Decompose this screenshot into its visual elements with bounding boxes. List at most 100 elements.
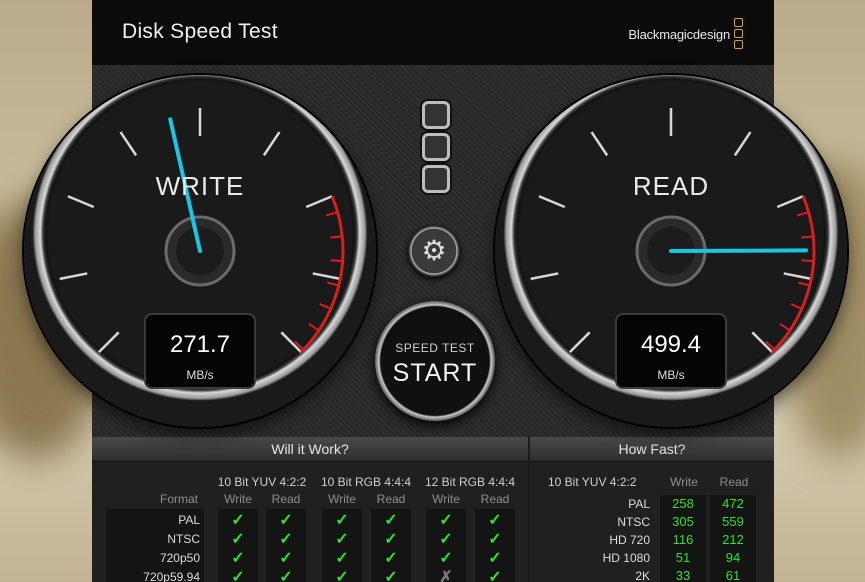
- gauge-tick: [590, 131, 609, 157]
- how-fast-write-value: 305: [672, 514, 694, 529]
- gauge-tick: [119, 131, 138, 157]
- brand-logo: Blackmagicdesign: [628, 27, 730, 42]
- how-fast-row-label: 2K: [635, 569, 650, 582]
- redline-tick: [330, 259, 343, 263]
- cross-icon: ✗: [439, 569, 453, 582]
- gauge-tick: [262, 131, 281, 157]
- how-fast-write-value: 33: [675, 568, 691, 582]
- write-speed-unit: MB/s: [186, 368, 214, 382]
- start-button-label: START: [392, 359, 478, 387]
- gear-icon: ⚙: [421, 235, 447, 266]
- checkmark-icon: ✓: [488, 569, 502, 582]
- redline-tick: [790, 303, 803, 310]
- read-gauge: READ 499.4 MB/s: [495, 75, 847, 427]
- read-speed-unit: MB/s: [657, 368, 685, 382]
- how-fast-row-label: HD 720: [609, 533, 650, 547]
- checkmark-icon: ✓: [279, 512, 293, 529]
- indicator-square-3: [422, 165, 450, 193]
- redline-tick: [801, 235, 814, 239]
- how-fast-write-value: 116: [672, 532, 694, 547]
- format-row-label: 720p50: [159, 551, 200, 565]
- how-fast-table: How Fast? 10 Bit YUV 4:2:2 Write Read PA…: [530, 437, 774, 582]
- will-it-work-table: Will it Work? Format 10 Bit YUV 4:2:2 Wr…: [92, 437, 528, 582]
- checkmark-icon: ✓: [279, 531, 293, 548]
- how-fast-row-label: HD 1080: [602, 551, 650, 565]
- how-fast-write-value: 51: [675, 550, 691, 565]
- how-fast-read-value: 61: [725, 568, 741, 582]
- checkmark-icon: ✓: [231, 550, 245, 567]
- gauge-tick: [59, 272, 88, 281]
- checkmark-icon: ✓: [231, 512, 245, 529]
- format-row-label: NTSC: [167, 532, 200, 546]
- read-header: Read: [376, 492, 406, 506]
- how-fast-title: How Fast?: [530, 437, 774, 462]
- gauge-tick: [733, 131, 752, 157]
- results-area: Will it Work? Format 10 Bit YUV 4:2:2 Wr…: [92, 437, 774, 582]
- redline-tick: [330, 235, 343, 239]
- write-header: Write: [328, 492, 356, 506]
- format-label: Format: [159, 492, 198, 506]
- title-bar: Disk Speed Test Blackmagicdesign: [92, 0, 774, 65]
- indicator-square-1: [422, 101, 450, 129]
- gauge-tick: [783, 272, 812, 281]
- redline-tick: [796, 211, 809, 217]
- checkmark-icon: ✓: [335, 550, 349, 567]
- gauge-tick: [97, 331, 120, 354]
- redline-tick: [326, 281, 340, 287]
- redline-tick: [797, 281, 811, 287]
- checkmark-icon: ✓: [384, 531, 398, 548]
- start-button[interactable]: SPEED TEST START: [375, 301, 495, 421]
- how-fast-row-label: NTSC: [617, 515, 650, 529]
- read-speed-value: 499.4: [640, 331, 702, 358]
- checkmark-icon: ✓: [384, 550, 398, 567]
- redline-tick: [319, 303, 332, 310]
- write-header: Write: [432, 492, 460, 506]
- format-row-label: 720p59.94: [143, 570, 200, 582]
- checkmark-icon: ✓: [335, 569, 349, 582]
- checkmark-icon: ✓: [231, 569, 245, 582]
- checkmark-icon: ✓: [231, 531, 245, 548]
- format-row-label: PAL: [178, 513, 200, 527]
- indicator-square-2: [422, 133, 450, 161]
- checkmark-icon: ✓: [488, 531, 502, 548]
- checkmark-icon: ✓: [384, 512, 398, 529]
- checkmark-icon: ✓: [335, 531, 349, 548]
- group-header: 10 Bit RGB 4:4:4: [320, 475, 412, 489]
- checkmark-icon: ✓: [335, 512, 349, 529]
- checkmark-icon: ✓: [384, 569, 398, 582]
- settings-button[interactable]: ⚙: [408, 225, 460, 277]
- gauge-tick: [568, 331, 591, 354]
- checkmark-icon: ✓: [439, 531, 453, 548]
- read-header: Read: [271, 492, 301, 506]
- how-fast-read-value: 472: [722, 496, 744, 511]
- redline-tick: [325, 211, 338, 217]
- checkmark-icon: ✓: [279, 569, 293, 582]
- checkmark-icon: ✓: [488, 512, 502, 529]
- brand-dots-icon: [734, 18, 744, 51]
- checkmark-icon: ✓: [279, 550, 293, 567]
- how-fast-read-value: 559: [722, 514, 744, 529]
- gauge-needle: [669, 248, 808, 253]
- read-readout: 499.4 MB/s: [615, 313, 727, 389]
- how-fast-write-value: 258: [672, 496, 694, 511]
- write-speed-value: 271.7: [169, 331, 231, 358]
- how-fast-group-header: 10 Bit YUV 4:2:2: [548, 475, 637, 489]
- redline-tick: [779, 322, 791, 332]
- write-gauge-label: WRITE: [155, 171, 245, 201]
- gauge-tick: [312, 272, 341, 281]
- start-button-caption: SPEED TEST: [395, 341, 475, 355]
- checkmark-icon: ✓: [488, 550, 502, 567]
- write-readout: 271.7 MB/s: [144, 313, 256, 389]
- group-header: 12 Bit RGB 4:4:4: [424, 475, 516, 489]
- checkmark-icon: ✓: [439, 512, 453, 529]
- how-fast-read-header: Read: [719, 475, 749, 489]
- gauge-tick: [751, 331, 774, 354]
- how-fast-read-value: 94: [725, 550, 741, 565]
- redline-tick: [308, 322, 320, 332]
- how-fast-write-header: Write: [670, 475, 698, 489]
- app-title: Disk Speed Test: [122, 20, 278, 43]
- read-header: Read: [480, 492, 510, 506]
- how-fast-read-value: 212: [722, 532, 744, 547]
- gauge-tick: [280, 331, 303, 354]
- checkmark-icon: ✓: [439, 550, 453, 567]
